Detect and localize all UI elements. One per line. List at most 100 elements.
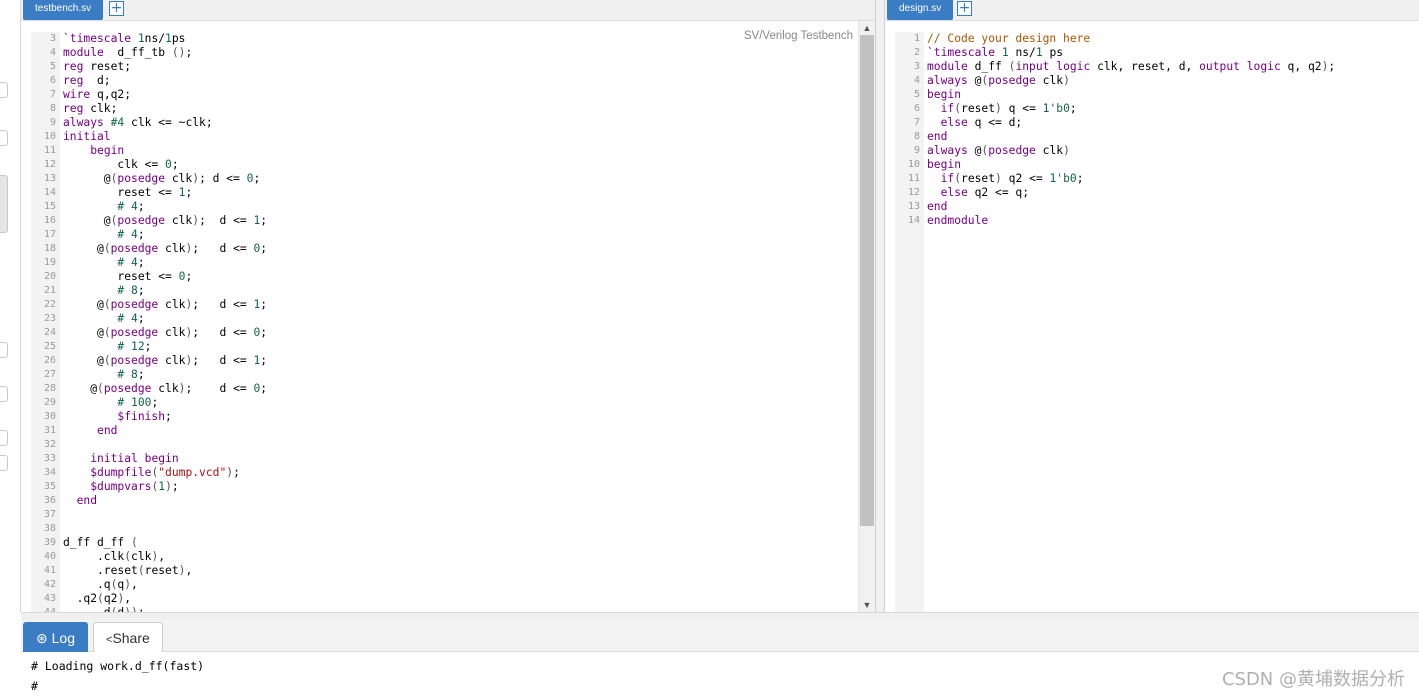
code-line[interactable]: 42 .q(q), [31, 578, 875, 592]
line-number: 15 [43, 201, 56, 212]
side-handle[interactable] [0, 175, 8, 233]
code-line[interactable]: 4 always @(posedge clk) [895, 74, 1419, 88]
scroll-thumb[interactable] [860, 35, 874, 526]
design-editor[interactable]: 1 // Code your design here 2 `timescale 1 n… [885, 21, 1419, 612]
code-text: else q2 <= q; [940, 186, 1030, 199]
resize-handle[interactable] [21, 612, 1419, 620]
panel-splitter[interactable] [876, 0, 884, 612]
code-line[interactable]: 39 d_ff d_ff ( [31, 536, 875, 550]
code-text: end [927, 130, 948, 143]
code-line[interactable]: 31 end [31, 424, 875, 438]
code-line[interactable]: 10 begin [895, 158, 1419, 172]
share-button[interactable]: <Share [93, 622, 163, 652]
line-number: 16 [43, 215, 56, 226]
code-text: # 4; [117, 200, 145, 213]
code-line[interactable]: 22 @(posedge clk); d <= 1; [31, 298, 875, 312]
code-line[interactable]: 23 # 4; [31, 312, 875, 326]
code-line[interactable]: 16 @(posedge clk); d <= 1; [31, 214, 875, 228]
code-line[interactable]: 43 .q2(q2), [31, 592, 875, 606]
add-file-icon[interactable]: + [109, 1, 124, 16]
line-number: 7 [913, 117, 920, 128]
tab-testbench[interactable]: testbench.sv [23, 0, 104, 20]
code-line[interactable]: 7 wire q,q2; [31, 88, 875, 102]
side-handle[interactable] [0, 430, 8, 446]
code-line[interactable]: 17 # 4; [31, 228, 875, 242]
code-line[interactable]: 35 $dumpvars(1); [31, 480, 875, 494]
line-number: 13 [907, 201, 920, 212]
code-line[interactable]: 32 [31, 438, 875, 452]
code-line[interactable]: 34 $dumpfile("dump.vcd"); [31, 466, 875, 480]
code-line[interactable]: 10 initial [31, 130, 875, 144]
code-text: @(posedge clk); d <= 1; [63, 214, 268, 227]
code-line[interactable]: 8 reg clk; [31, 102, 875, 116]
code-line[interactable]: 2 `timescale 1 ns/1 ps [895, 46, 1419, 60]
code-line[interactable]: 29 # 100; [31, 396, 875, 410]
code-line[interactable]: 13 end [895, 200, 1419, 214]
code-line[interactable]: 21 # 8; [31, 284, 875, 298]
code-line[interactable]: 4 module d_ff_tb (); [31, 46, 875, 60]
testbench-editor[interactable]: 3 `timescale 1ns/1ps 4 module d_ff_tb (); 5 r… [21, 21, 875, 612]
code-line[interactable]: 37 [31, 508, 875, 522]
code-line[interactable]: 9 always #4 clk <= ~clk; [31, 116, 875, 130]
code-text: if(reset) q2 <= 1'b0; [940, 172, 1084, 185]
code-line[interactable]: 9 always @(posedge clk) [895, 144, 1419, 158]
code-text: # 12; [117, 340, 152, 353]
scroll-down-icon[interactable]: ▼ [859, 598, 875, 612]
log-button[interactable]: ⊛ Log [23, 622, 88, 652]
code-text: initial [63, 130, 111, 143]
code-line[interactable]: 7 else q <= d; [895, 116, 1419, 130]
code-line[interactable]: 30 $finish; [31, 410, 875, 424]
side-handle[interactable] [0, 130, 8, 146]
share-button-label: Share [112, 630, 150, 646]
code-line[interactable]: 19 # 4; [31, 256, 875, 270]
log-output[interactable]: # Loading work.d_ff(fast) # [21, 652, 1419, 699]
code-line[interactable]: 6 reg d; [31, 74, 875, 88]
code-line[interactable]: 6 if(reset) q <= 1'b0; [895, 102, 1419, 116]
code-line[interactable]: 26 @(posedge clk); d <= 1; [31, 354, 875, 368]
code-text: begin [927, 88, 962, 101]
code-line[interactable]: 13 @(posedge clk); d <= 0; [31, 172, 875, 186]
code-line[interactable]: 15 # 4; [31, 200, 875, 214]
code-text: else q <= d; [940, 116, 1023, 129]
code-line[interactable]: 3 module d_ff (input logic clk, reset, d,… [895, 60, 1419, 74]
code-text: @(posedge clk); d <= 0; [63, 382, 268, 395]
code-line[interactable]: 38 [31, 522, 875, 536]
code-line[interactable]: 14 reset <= 1; [31, 186, 875, 200]
code-text: @(posedge clk); d <= 1; [63, 298, 268, 311]
vertical-scrollbar[interactable]: ▲ ▼ [858, 21, 875, 612]
code-line[interactable]: 41 .reset(reset), [31, 564, 875, 578]
side-handle[interactable] [0, 455, 8, 471]
line-number: 30 [43, 411, 56, 422]
code-line[interactable]: 27 # 8; [31, 368, 875, 382]
code-line[interactable]: 24 @(posedge clk); d <= 0; [31, 326, 875, 340]
code-line[interactable]: 18 @(posedge clk); d <= 0; [31, 242, 875, 256]
code-line[interactable]: 33 initial begin [31, 452, 875, 466]
code-line[interactable]: 14 endmodule [895, 214, 1419, 228]
code-line[interactable]: 11 if(reset) q2 <= 1'b0; [895, 172, 1419, 186]
code-line[interactable]: 25 # 12; [31, 340, 875, 354]
code-line[interactable]: 11 begin [31, 144, 875, 158]
left-side-strip [0, 0, 21, 612]
tab-design[interactable]: design.sv [887, 0, 954, 20]
code-line[interactable]: 8 end [895, 130, 1419, 144]
scroll-up-icon[interactable]: ▲ [859, 21, 875, 35]
add-file-icon[interactable]: + [957, 1, 972, 16]
code-line[interactable]: 12 clk <= 0; [31, 158, 875, 172]
code-text: .clk(clk), [63, 550, 166, 563]
line-number: 41 [43, 565, 56, 576]
side-handle[interactable] [0, 342, 8, 358]
side-handle[interactable] [0, 386, 8, 402]
code-text: reg clk; [63, 102, 118, 115]
code-line[interactable]: 5 reg reset; [31, 60, 875, 74]
code-line[interactable]: 28 @(posedge clk); d <= 0; [31, 382, 875, 396]
code-line[interactable]: 36 end [31, 494, 875, 508]
code-line[interactable]: 40 .clk(clk), [31, 550, 875, 564]
line-number: 40 [43, 551, 56, 562]
code-line[interactable]: 5 begin [895, 88, 1419, 102]
code-line[interactable]: 20 reset <= 0; [31, 270, 875, 284]
side-handle[interactable] [0, 82, 8, 98]
code-text: always @(posedge clk) [927, 144, 1070, 157]
line-number: 11 [907, 173, 920, 184]
code-line[interactable]: 12 else q2 <= q; [895, 186, 1419, 200]
code-line[interactable]: 1 // Code your design here [895, 32, 1419, 46]
